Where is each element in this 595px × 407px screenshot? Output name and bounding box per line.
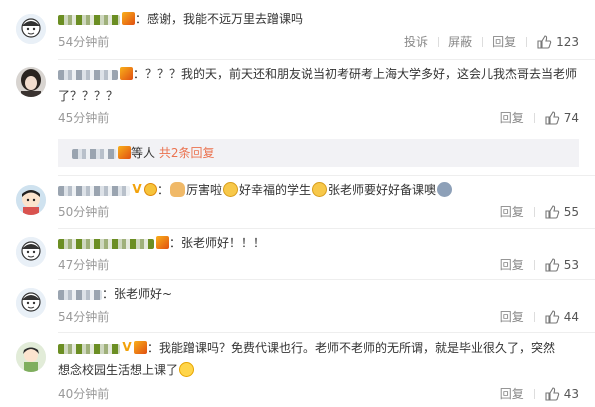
like-button[interactable]: 43 — [533, 385, 579, 403]
reply-button[interactable]: 回复 — [490, 203, 534, 221]
subreply-username[interactable] — [72, 148, 116, 159]
avatar[interactable] — [16, 288, 46, 318]
comment-text: ：张老师好！！！ — [169, 236, 266, 250]
avatar[interactable] — [16, 342, 46, 372]
comment-text-line2: 了？？？？ — [58, 89, 119, 103]
timestamp: 40分钟前 — [58, 387, 110, 401]
comment-text-d: 张老师要好好备课噢 — [328, 183, 437, 197]
comment-meta: 54分钟前 投诉 屏蔽 回复 123 — [58, 33, 579, 51]
username[interactable] — [58, 69, 118, 80]
comment-content: ：感谢，我能不远万里去蹭课吗 — [58, 8, 579, 30]
like-button[interactable]: 123 — [526, 33, 579, 51]
like-button[interactable]: 44 — [533, 308, 579, 326]
comment-content: V ：我能蹭课吗？免费代课也行。老师不老师的无所谓，就是毕业很久了，突然 想念校园… — [58, 337, 579, 381]
face-emoji-icon — [437, 182, 453, 197]
level-badge-icon — [144, 183, 157, 196]
reply-button[interactable]: 回复 — [490, 256, 534, 274]
avatar[interactable] — [16, 67, 46, 97]
doge-emoji-icon — [312, 182, 328, 197]
comment-text-line2: 想念校园生活想上课了 — [58, 363, 179, 377]
comment-text-line1: ：我能蹭课吗？免费代课也行。老师不老师的无所谓，就是毕业很久了，突然 — [147, 341, 556, 355]
laugh-cry-emoji-icon — [179, 362, 195, 377]
comment-text: ：感谢，我能不远万里去蹭课吗 — [135, 12, 304, 26]
vip-badge-icon — [120, 67, 133, 80]
comment-meta: 45分钟前 回复 74 — [58, 109, 579, 127]
report-button[interactable]: 投诉 — [394, 33, 438, 51]
like-count: 44 — [563, 310, 579, 324]
comment-actions: 回复 55 — [490, 203, 579, 221]
username[interactable] — [58, 185, 130, 196]
divider — [58, 59, 595, 60]
reply-button[interactable]: 回复 — [490, 308, 534, 326]
like-count: 123 — [556, 35, 579, 49]
subreply-suffix: 等人 — [131, 146, 156, 160]
like-button[interactable]: 53 — [533, 256, 579, 274]
comment-content: ：张老师好~ — [58, 283, 579, 305]
comment-actions: 回复 74 — [490, 109, 579, 127]
thumbs-up-icon — [545, 111, 559, 125]
reply-button[interactable]: 回复 — [490, 385, 534, 403]
comment-actions: 回复 53 — [490, 256, 579, 274]
avatar[interactable] — [16, 185, 46, 215]
divider — [58, 332, 595, 333]
vip-badge-icon — [156, 236, 169, 249]
reply-button[interactable]: 回复 — [490, 109, 534, 127]
like-button[interactable]: 55 — [533, 203, 579, 221]
comment-text-a: ： — [157, 183, 170, 197]
avatar[interactable] — [16, 237, 46, 267]
hands-emoji-icon — [170, 182, 186, 197]
block-button[interactable]: 屏蔽 — [438, 33, 482, 51]
timestamp: 50分钟前 — [58, 205, 110, 219]
thumbs-up-icon — [545, 205, 559, 219]
comment-list: ：感谢，我能不远万里去蹭课吗 54分钟前 投诉 屏蔽 回复 123 ：？？？我的… — [0, 0, 595, 407]
verified-v-icon: V — [132, 182, 142, 196]
more-replies-link[interactable]: 共2条回复 — [159, 146, 215, 160]
doge-emoji-icon — [223, 182, 239, 197]
comment-meta: 54分钟前 回复 44 — [58, 308, 579, 326]
comment-text: ：张老师好~ — [102, 287, 173, 301]
thumbs-up-icon — [545, 310, 559, 324]
comment-actions: 回复 44 — [490, 308, 579, 326]
timestamp: 54分钟前 — [58, 310, 110, 324]
comment-text-line1: ：？？？我的天，前天还和朋友说当初考研考上海大学多好，这会儿我杰哥去当老师 — [133, 67, 578, 81]
comment-content: V ： 厉害啦 好幸福的学生 张老师要好好备课噢 — [58, 179, 579, 201]
timestamp: 45分钟前 — [58, 111, 110, 125]
comment-content: ：？？？我的天，前天还和朋友说当初考研考上海大学多好，这会儿我杰哥去当老师 了？… — [58, 63, 579, 107]
divider — [58, 228, 595, 229]
timestamp: 47分钟前 — [58, 258, 110, 272]
divider — [58, 279, 595, 280]
comment-meta: 40分钟前 回复 43 — [58, 385, 579, 403]
username[interactable] — [58, 289, 102, 300]
comment-text-b: 厉害啦 — [186, 183, 223, 197]
vip-badge-icon — [134, 341, 147, 354]
subreply-summary[interactable]: 等人 共2条回复 — [58, 139, 579, 167]
username[interactable] — [58, 14, 120, 25]
like-count: 74 — [563, 111, 579, 125]
vip-badge-icon — [118, 146, 131, 159]
timestamp: 54分钟前 — [58, 35, 110, 49]
username[interactable] — [58, 238, 154, 249]
comment-meta: 47分钟前 回复 53 — [58, 256, 579, 274]
thumbs-up-icon — [545, 387, 559, 401]
comment-content: ：张老师好！！！ — [58, 232, 579, 254]
comment-actions: 投诉 屏蔽 回复 123 — [394, 33, 579, 51]
like-count: 43 — [563, 387, 579, 401]
divider — [58, 175, 595, 176]
like-button[interactable]: 74 — [533, 109, 579, 127]
like-count: 53 — [563, 258, 579, 272]
vip-badge-icon — [122, 12, 135, 25]
avatar[interactable] — [16, 14, 46, 44]
like-count: 55 — [563, 205, 579, 219]
verified-v-icon: V — [122, 340, 132, 354]
thumbs-up-icon — [545, 258, 559, 272]
comment-actions: 回复 43 — [490, 385, 579, 403]
username[interactable] — [58, 343, 120, 354]
comment-meta: 50分钟前 回复 55 — [58, 203, 579, 221]
comment-text-c: 好幸福的学生 — [239, 183, 312, 197]
reply-button[interactable]: 回复 — [482, 33, 526, 51]
thumbs-up-icon — [537, 35, 552, 49]
